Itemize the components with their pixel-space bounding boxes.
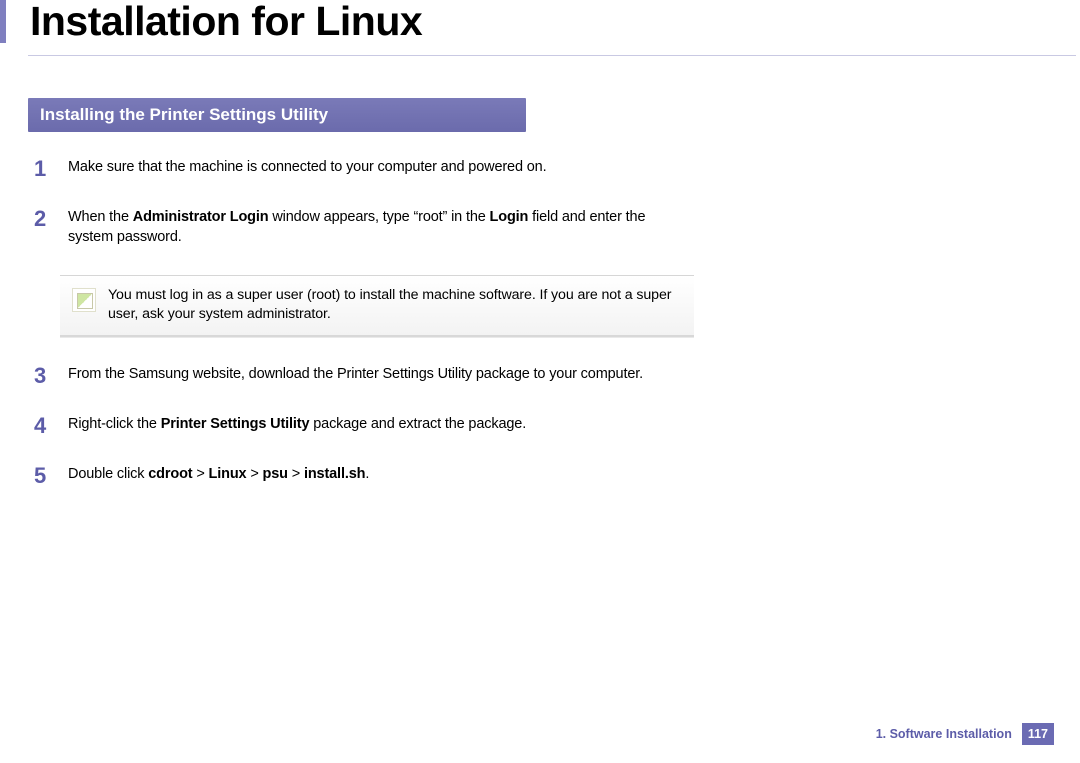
note-icon — [72, 288, 96, 312]
title-underline — [28, 55, 1076, 56]
footer-chapter: 1. Software Installation — [876, 727, 1012, 741]
note-text: You must log in as a super user (root) t… — [108, 286, 682, 324]
footer-page-number: 117 — [1022, 723, 1054, 745]
step-body: Right-click the Printer Settings Utility… — [68, 415, 526, 435]
step-2: 2 When the Administrator Login window ap… — [34, 208, 650, 247]
step-number: 2 — [34, 208, 68, 230]
step-1: 1 Make sure that the machine is connecte… — [34, 158, 650, 180]
step-number: 4 — [34, 415, 68, 437]
note-callout: You must log in as a super user (root) t… — [60, 275, 694, 336]
steps-list: 1 Make sure that the machine is connecte… — [34, 158, 650, 486]
step-5: 5 Double click cdroot > Linux > psu > in… — [34, 465, 650, 487]
page-footer: 1. Software Installation 117 — [876, 723, 1054, 745]
step-body: When the Administrator Login window appe… — [68, 208, 650, 247]
title-bar: Installation for Linux — [0, 0, 1080, 43]
step-number: 3 — [34, 365, 68, 387]
step-number: 1 — [34, 158, 68, 180]
step-body: Double click cdroot > Linux > psu > inst… — [68, 465, 369, 485]
section-heading: Installing the Printer Settings Utility — [28, 98, 526, 132]
step-number: 5 — [34, 465, 68, 487]
page: Installation for Linux Installing the Pr… — [0, 0, 1080, 763]
step-3: 3 From the Samsung website, download the… — [34, 365, 650, 387]
page-title: Installation for Linux — [30, 0, 1080, 43]
step-body: From the Samsung website, download the P… — [68, 365, 643, 385]
step-body: Make sure that the machine is connected … — [68, 158, 546, 178]
step-4: 4 Right-click the Printer Settings Utili… — [34, 415, 650, 437]
